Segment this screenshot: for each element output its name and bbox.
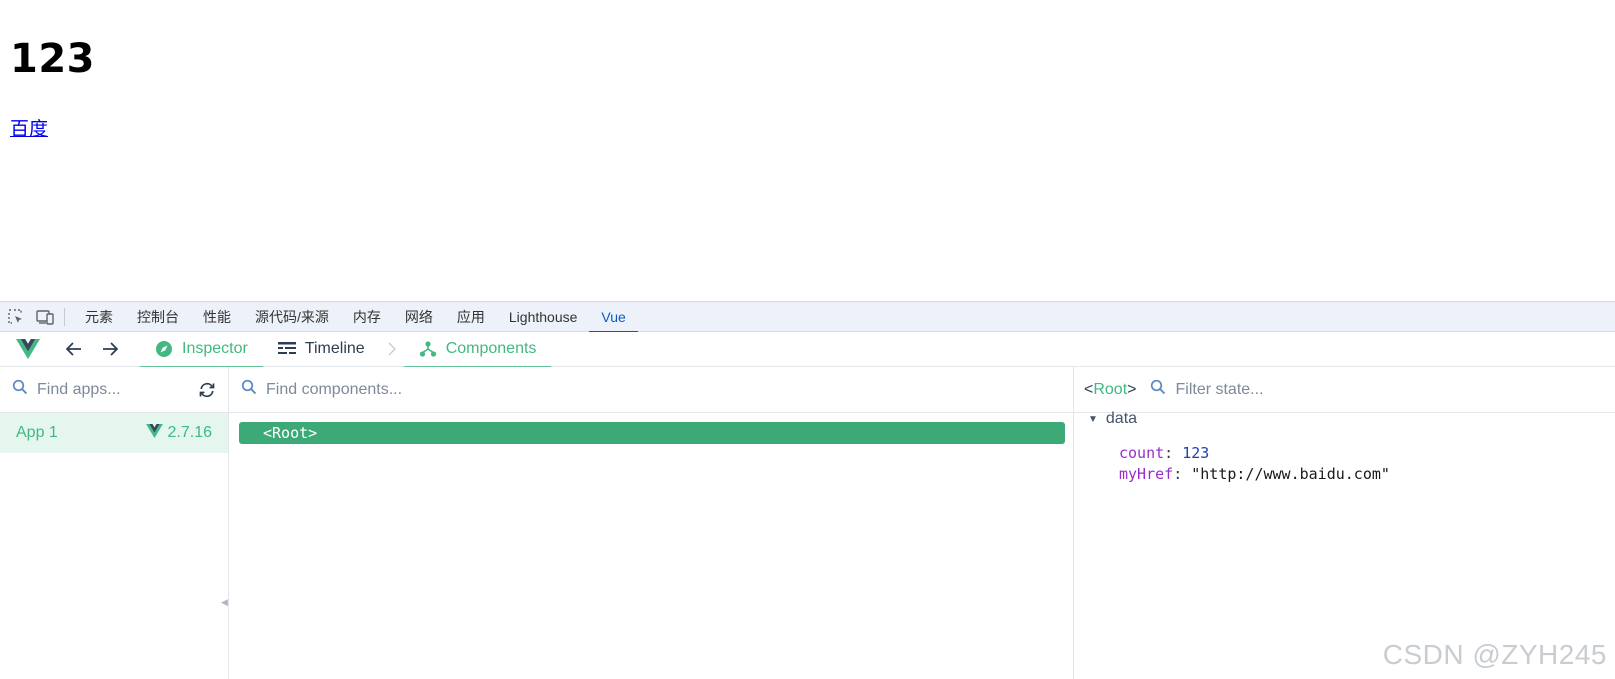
data-section-header[interactable]: ▼ data	[1088, 410, 1137, 428]
page: 123 百度 元素 控制台 性能 源代码/来源 内存 网络 应用 Lightho…	[0, 0, 1615, 679]
components-tree-icon	[419, 340, 437, 358]
inspect-element-icon[interactable]	[0, 302, 30, 331]
prop-colon: :	[1173, 465, 1192, 483]
prop-key: count	[1119, 444, 1165, 462]
prop-key: myHref	[1119, 465, 1174, 483]
selected-component-tag: <Root>	[1084, 381, 1136, 399]
prop-colon: :	[1164, 444, 1183, 462]
state-prop-row[interactable]: count: 123	[1119, 444, 1209, 462]
tab-lighthouse[interactable]: Lighthouse	[497, 302, 590, 332]
page-content: 123 百度	[0, 0, 1615, 301]
state-pane: <Root> ▼ data count: 123 myHref: "http:/…	[1074, 367, 1615, 679]
components-label: Components	[445, 340, 537, 357]
apps-pane: App 1 2.7.16 ◀	[0, 367, 229, 679]
devtools-tab-bar: 元素 控制台 性能 源代码/来源 内存 网络 应用 Lighthouse Vue	[0, 301, 1615, 333]
root-component-row[interactable]: <Root>	[239, 422, 1065, 444]
tab-memory[interactable]: 内存	[341, 302, 393, 332]
timeline-label: Timeline	[304, 340, 365, 357]
tag-open-bracket: <	[1084, 380, 1094, 398]
app-version: 2.7.16	[145, 423, 212, 443]
watermark: CSDN @ZYH245	[1382, 639, 1607, 670]
search-icon	[12, 379, 28, 400]
vue-logo-icon	[0, 332, 56, 367]
state-prop-row[interactable]: myHref: "http://www.baidu.com"	[1119, 465, 1390, 483]
prop-value: "http://www.baidu.com"	[1191, 465, 1390, 483]
find-components-input[interactable]	[266, 380, 566, 399]
refresh-icon[interactable]	[198, 381, 216, 399]
filter-state-input[interactable]	[1175, 380, 1376, 399]
timeline-icon	[277, 342, 296, 356]
inspector-label: Inspector	[182, 340, 248, 357]
triangle-down-icon: ▼	[1088, 413, 1098, 425]
apps-search-row	[0, 367, 228, 413]
state-search-row: <Root>	[1074, 367, 1615, 413]
selected-component-name: Root	[1093, 380, 1128, 398]
tab-components[interactable]: Components	[403, 332, 552, 368]
app-version-text: 2.7.16	[167, 424, 212, 441]
components-search-row	[229, 367, 1073, 413]
tab-performance[interactable]: 性能	[191, 302, 243, 332]
tab-elements[interactable]: 元素	[73, 302, 125, 332]
tab-sources[interactable]: 源代码/来源	[243, 302, 341, 332]
components-pane: <Root>	[229, 367, 1074, 679]
back-arrow-icon[interactable]	[56, 332, 92, 367]
app-name: App 1	[16, 424, 58, 441]
count-heading: 123	[10, 36, 95, 82]
search-icon	[1150, 379, 1166, 400]
collapse-pane-icon[interactable]: ◀	[221, 597, 228, 608]
tab-inspector[interactable]: Inspector	[140, 332, 263, 368]
tag-close-bracket: >	[1127, 380, 1137, 398]
tab-network[interactable]: 网络	[393, 302, 445, 332]
vue-toolbar: Inspector Timeline Components	[0, 332, 1615, 368]
device-toolbar-icon[interactable]	[30, 302, 60, 331]
toolbar-divider	[64, 307, 65, 326]
tab-vue[interactable]: Vue	[589, 302, 639, 333]
chevron-right-icon	[380, 342, 404, 356]
app-list-item[interactable]: App 1 2.7.16	[0, 413, 228, 453]
vue-version-icon	[145, 423, 163, 443]
tab-timeline[interactable]: Timeline	[263, 332, 380, 367]
baidu-link[interactable]: 百度	[10, 114, 48, 141]
tab-console[interactable]: 控制台	[125, 302, 191, 332]
data-section-label: data	[1105, 410, 1138, 427]
search-icon	[241, 379, 257, 400]
forward-arrow-icon[interactable]	[92, 332, 128, 367]
tab-application[interactable]: 应用	[445, 302, 497, 332]
prop-value: 123	[1182, 444, 1210, 462]
find-apps-input[interactable]	[37, 380, 177, 399]
compass-icon	[155, 340, 173, 358]
